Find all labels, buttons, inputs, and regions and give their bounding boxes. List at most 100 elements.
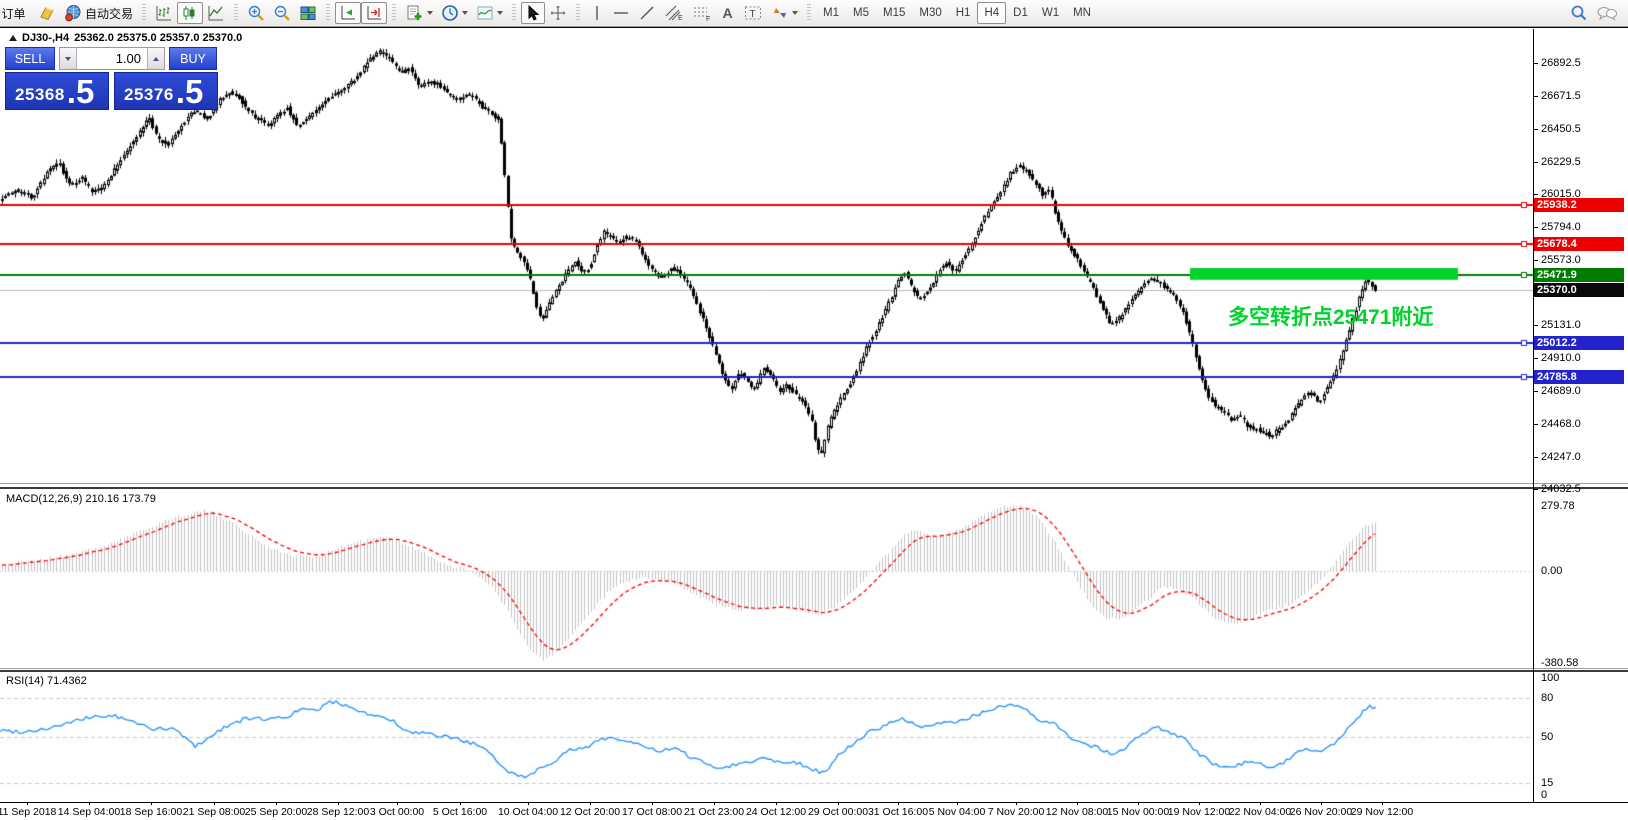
line-chart-button[interactable] <box>203 2 229 24</box>
time-axis-label: 22 Nov 04:00 <box>1229 806 1291 818</box>
price-tick-mark <box>1534 325 1538 326</box>
text-tool-button[interactable]: A <box>716 2 739 24</box>
buy-button[interactable]: BUY <box>169 47 217 70</box>
time-tick-mark <box>957 802 958 805</box>
period-button[interactable] <box>437 2 472 24</box>
price-tick-mark <box>1534 162 1538 163</box>
price-tick-label: 26892.5 <box>1541 57 1581 69</box>
price-tick-label: 26450.5 <box>1541 123 1581 135</box>
indicators-caret-icon <box>497 11 503 15</box>
volume-stepper: 1.00 <box>59 47 165 70</box>
time-axis-label: 5 Oct 16:00 <box>433 806 487 818</box>
autotrade-label: 自动交易 <box>85 5 133 22</box>
text-label-icon: T <box>743 4 763 22</box>
candlestick-chart-button[interactable] <box>177 2 203 24</box>
current-price-label: 25370.0 <box>1534 283 1624 297</box>
time-axis[interactable]: 11 Sep 201814 Sep 04:0018 Sep 16:0021 Se… <box>0 802 1533 820</box>
arrow-up-icon <box>153 57 159 61</box>
price-tick-label: 25573.0 <box>1541 254 1581 266</box>
crosshair-button[interactable] <box>545 2 571 24</box>
journal-button[interactable] <box>34 2 60 24</box>
time-tick-mark <box>151 802 152 805</box>
timeframe-m5-button[interactable]: M5 <box>846 2 876 24</box>
time-tick-mark <box>590 802 591 805</box>
rsi-label: RSI(14) 71.4362 <box>6 675 87 687</box>
timeframe-mn-button[interactable]: MN <box>1066 2 1098 24</box>
zoom-in-button[interactable] <box>243 2 269 24</box>
label-tool-button[interactable]: T <box>739 2 767 24</box>
time-tick-mark <box>776 802 777 805</box>
time-axis-label: 29 Nov 12:00 <box>1351 806 1413 818</box>
indicators-icon <box>476 4 494 22</box>
chart-shift-button[interactable] <box>361 2 387 24</box>
ohlc-values: 25362.0 25375.0 25357.0 25370.0 <box>74 32 242 44</box>
autoscroll-icon <box>339 4 357 22</box>
period-caret-icon <box>462 11 468 15</box>
price-tick-mark <box>1534 260 1538 261</box>
toolbar-grip <box>326 4 330 22</box>
macd-label: MACD(12,26,9) 210.16 173.79 <box>6 493 156 505</box>
chart-annotation-text[interactable]: 多空转折点25471附近 <box>1228 301 1433 331</box>
candlestick-chart-icon <box>181 4 199 22</box>
buy-price-box[interactable]: 25376 .5 <box>114 72 218 110</box>
autoscroll-button[interactable] <box>335 2 361 24</box>
timeframe-m15-button[interactable]: M15 <box>876 2 912 24</box>
horizontal-line-tool-button[interactable] <box>608 2 634 24</box>
volume-decrease-button[interactable] <box>60 48 77 69</box>
volume-input[interactable]: 1.00 <box>77 48 147 69</box>
time-tick-mark <box>838 802 839 805</box>
macd-canvas[interactable] <box>0 490 1533 668</box>
time-tick-mark <box>1321 802 1322 805</box>
new-order-icon <box>405 4 424 22</box>
time-axis-label: 21 Sep 08:00 <box>183 806 245 818</box>
cursor-button[interactable] <box>521 2 545 24</box>
zoom-out-button[interactable] <box>269 2 295 24</box>
tile-windows-button[interactable] <box>295 2 321 24</box>
order-button[interactable]: 订单 <box>0 2 34 24</box>
price-tick-mark <box>1534 96 1538 97</box>
price-axis[interactable]: 26892.526671.526450.526229.526015.025794… <box>1534 0 1628 820</box>
pane-separator[interactable] <box>0 670 1628 672</box>
price-chart-canvas[interactable] <box>0 29 1533 483</box>
arrows-tool-button[interactable] <box>767 2 802 24</box>
timeframe-m30-button[interactable]: M30 <box>912 2 948 24</box>
vertical-line-tool-button[interactable] <box>585 2 608 24</box>
time-axis-label: 25 Sep 20:00 <box>245 806 307 818</box>
price-tick-mark <box>1534 358 1538 359</box>
timeframe-m1-button[interactable]: M1 <box>816 2 846 24</box>
pane-separator[interactable] <box>0 483 1628 484</box>
volume-increase-button[interactable] <box>147 48 164 69</box>
hline-price-label: 24785.8 <box>1534 370 1624 384</box>
time-axis-label: 29 Oct 00:00 <box>808 806 868 818</box>
time-axis-label: 10 Oct 04:00 <box>498 806 558 818</box>
symbol-period-label: DJ30-,H4 <box>22 32 69 44</box>
sell-price-box[interactable]: 25368 .5 <box>5 72 109 110</box>
rsi-canvas[interactable] <box>0 672 1533 802</box>
toolbar-grip <box>392 4 396 22</box>
price-tick-label: 24468.0 <box>1541 418 1581 430</box>
price-tick-mark <box>1534 424 1538 425</box>
new-order-button[interactable] <box>401 2 437 24</box>
channel-tool-button[interactable]: E <box>660 2 688 24</box>
pane-separator[interactable] <box>0 487 1628 489</box>
pane-separator[interactable] <box>0 668 1628 669</box>
bar-chart-button[interactable] <box>151 2 177 24</box>
timeframe-d1-button[interactable]: D1 <box>1006 2 1035 24</box>
time-axis-label: 3 Oct 00:00 <box>370 806 424 818</box>
autotrade-button[interactable]: 自动交易 <box>60 2 137 24</box>
timeframe-h4-button[interactable]: H4 <box>977 2 1006 24</box>
fibonacci-icon: F <box>692 4 712 22</box>
price-tick-label: 25131.0 <box>1541 319 1581 331</box>
chart-title: DJ30-,H4 25362.0 25375.0 25357.0 25370.0 <box>9 32 242 44</box>
trendline-tool-button[interactable] <box>634 2 660 24</box>
timeframe-h1-button[interactable]: H1 <box>949 2 978 24</box>
fibonacci-tool-button[interactable]: F <box>688 2 716 24</box>
sell-button[interactable]: SELL <box>5 47 55 70</box>
sell-price: 25368 <box>15 84 65 107</box>
time-axis-label: 15 Nov 00:00 <box>1107 806 1169 818</box>
indicators-button[interactable] <box>472 2 507 24</box>
timeframe-w1-button[interactable]: W1 <box>1035 2 1066 24</box>
time-tick-mark <box>397 802 398 805</box>
rsi-axis-label: 50 <box>1541 731 1553 743</box>
time-axis-label: 11 Sep 2018 <box>0 806 56 818</box>
